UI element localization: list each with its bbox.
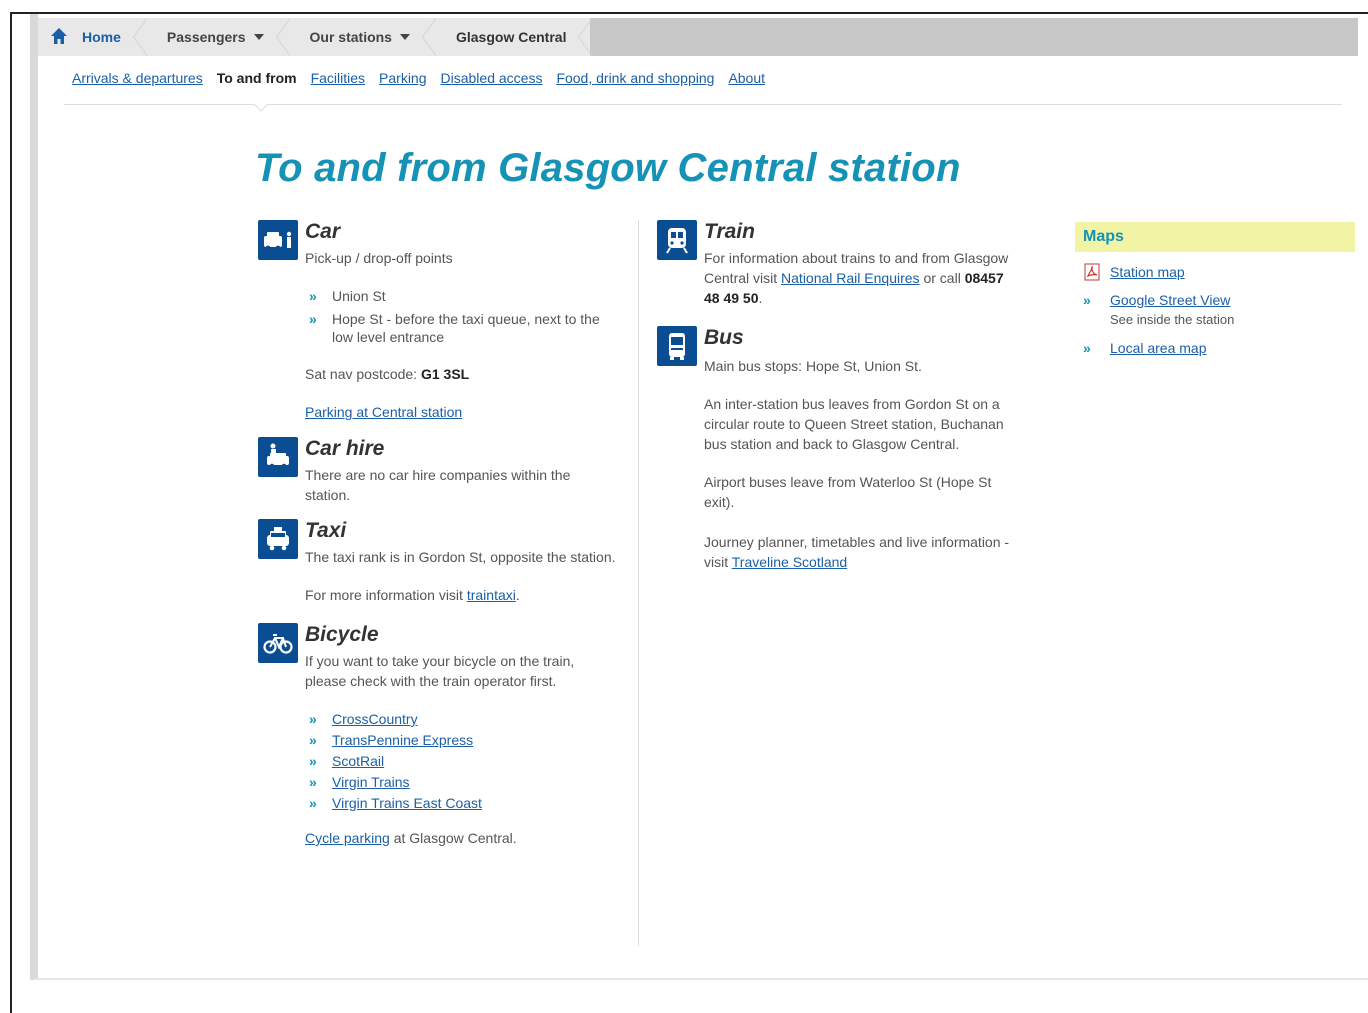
page-title: To and from Glasgow Central station [255, 146, 961, 190]
bus-stops: Main bus stops: Hope St, Union St. [704, 358, 922, 374]
list-item: Virgin Trains [309, 772, 618, 793]
list-item: ScotRail [309, 751, 618, 772]
operator-link[interactable]: Virgin Trains [332, 774, 410, 790]
bus-section: Bus Main bus stops: Hope St, Union St. A… [657, 324, 1017, 572]
car-title: Car [305, 220, 341, 243]
subnav-food[interactable]: Food, drink and shopping [556, 70, 714, 86]
bicycle-text: If you want to take your bicycle on the … [305, 653, 575, 689]
column-divider [638, 220, 639, 946]
list-item: » Google Street View See inside the stat… [1083, 290, 1355, 330]
local-area-map-link[interactable]: Local area map [1110, 340, 1207, 356]
bus-icon [657, 326, 697, 366]
list-item: » Local area map [1083, 338, 1355, 358]
list-item: Union St [309, 286, 618, 307]
taxi-more-suffix: . [515, 587, 520, 603]
operator-link[interactable]: CrossCountry [332, 711, 418, 727]
car-subtitle: Pick-up / drop-off points [305, 250, 453, 266]
train-text-mid: or call [923, 270, 961, 286]
taxi-section: Taxi The taxi rank is in Gordon St, oppo… [258, 517, 618, 605]
inter-station-bus: An inter-station bus leaves from Gordon … [704, 396, 1004, 452]
maps-list: Station map » Google Street View See ins… [1083, 262, 1355, 358]
home-icon [51, 28, 67, 44]
traveline-link[interactable]: Traveline Scotland [732, 554, 847, 570]
postcode-value: G1 3SL [420, 366, 470, 382]
national-rail-link[interactable]: National Rail Enquires [781, 270, 920, 286]
subnav-disabled-access[interactable]: Disabled access [441, 70, 543, 86]
car-icon [258, 220, 298, 260]
taxi-icon [258, 519, 298, 559]
car-hire-title: Car hire [305, 437, 385, 460]
street-view-link[interactable]: Google Street View [1110, 292, 1230, 308]
car-section: Car Pick-up / drop-off points Union St H… [258, 218, 618, 422]
car-hire-section: Car hire There are no car hire companies… [258, 435, 618, 505]
subnav-facilities[interactable]: Facilities [311, 70, 365, 86]
breadcrumb-home-label: Home [82, 29, 121, 45]
list-item: TransPennine Express [309, 730, 618, 751]
pickup-points-list: Union St Hope St - before the taxi queue… [305, 286, 618, 346]
maps-panel: Maps Station map » Google Street View Se… [1075, 222, 1355, 366]
bus-title: Bus [704, 326, 744, 349]
chevron-right-icon: » [1083, 292, 1091, 308]
station-subnav: Arrivals & departures To and from Facili… [72, 70, 765, 86]
breadcrumb-current-label: Glasgow Central [455, 29, 567, 45]
list-item: Virgin Trains East Coast [309, 793, 618, 814]
subnav-to-and-from[interactable]: To and from [217, 70, 297, 86]
operators-list: CrossCountry TransPennine Express ScotRa… [305, 709, 618, 814]
train-icon [657, 220, 697, 260]
caret-down-icon [399, 34, 410, 40]
station-map-link[interactable]: Station map [1110, 264, 1185, 280]
taxi-title: Taxi [305, 519, 347, 542]
pdf-icon [1084, 263, 1100, 281]
street-view-caption: See inside the station [1110, 312, 1235, 327]
operator-link[interactable]: Virgin Trains East Coast [332, 795, 482, 811]
train-text: For information about trains to and from… [704, 248, 1017, 308]
list-item: CrossCountry [309, 709, 618, 730]
traintaxi-link[interactable]: traintaxi [467, 587, 516, 603]
car-hire-text: There are no car hire companies within t… [305, 467, 571, 503]
list-item: Station map [1083, 262, 1355, 282]
breadcrumb-our-stations-label: Our stations [309, 29, 392, 45]
breadcrumb-current[interactable]: Glasgow Central [434, 18, 593, 56]
operator-link[interactable]: TransPennine Express [332, 732, 473, 748]
taxi-more-info: For more information visit traintaxi. [305, 585, 618, 605]
subnav-about[interactable]: About [728, 70, 765, 86]
breadcrumb-passengers-label: Passengers [166, 29, 246, 45]
breadcrumb-home[interactable]: Home [38, 18, 147, 56]
list-item: Hope St - before the taxi queue, next to… [309, 310, 618, 346]
car-hire-icon [258, 437, 298, 477]
satnav-postcode: Sat nav postcode: G1 3SL [305, 364, 618, 384]
taxi-more-prefix: For more information visit [305, 587, 463, 603]
train-title: Train [704, 220, 755, 243]
satnav-label: Sat nav postcode: [305, 366, 418, 382]
operator-link[interactable]: ScotRail [332, 753, 384, 769]
airport-buses: Airport buses leave from Waterloo St (Ho… [704, 474, 992, 510]
subnav-parking[interactable]: Parking [379, 70, 426, 86]
bicycle-icon [258, 623, 298, 663]
cycle-parking-link[interactable]: Cycle parking [305, 830, 390, 846]
breadcrumb-passengers[interactable]: Passengers [145, 18, 290, 56]
breadcrumb: Home Passengers Our stations Glasgow Cen… [38, 18, 1358, 56]
cycle-parking-line: Cycle parking at Glasgow Central. [305, 828, 618, 848]
parking-link[interactable]: Parking at Central station [305, 404, 462, 420]
active-tab-notch-icon [254, 104, 268, 112]
cycle-parking-suffix: at Glasgow Central. [393, 830, 517, 846]
breadcrumb-our-stations[interactable]: Our stations [288, 18, 437, 56]
chevron-right-icon: » [1083, 340, 1091, 356]
bicycle-section: Bicycle If you want to take your bicycle… [258, 621, 618, 848]
journey-planner: Journey planner, timetables and live inf… [704, 532, 1017, 572]
subnav-arrivals[interactable]: Arrivals & departures [72, 70, 203, 86]
caret-down-icon [253, 34, 264, 40]
maps-heading: Maps [1075, 222, 1355, 252]
train-text-suffix: . [758, 290, 763, 306]
left-column: Car Pick-up / drop-off points Union St H… [258, 218, 618, 848]
train-section: Train For information about trains to an… [657, 218, 1017, 308]
taxi-text: The taxi rank is in Gordon St, opposite … [305, 549, 616, 565]
middle-column: Train For information about trains to an… [657, 218, 1017, 572]
bicycle-title: Bicycle [305, 623, 379, 646]
